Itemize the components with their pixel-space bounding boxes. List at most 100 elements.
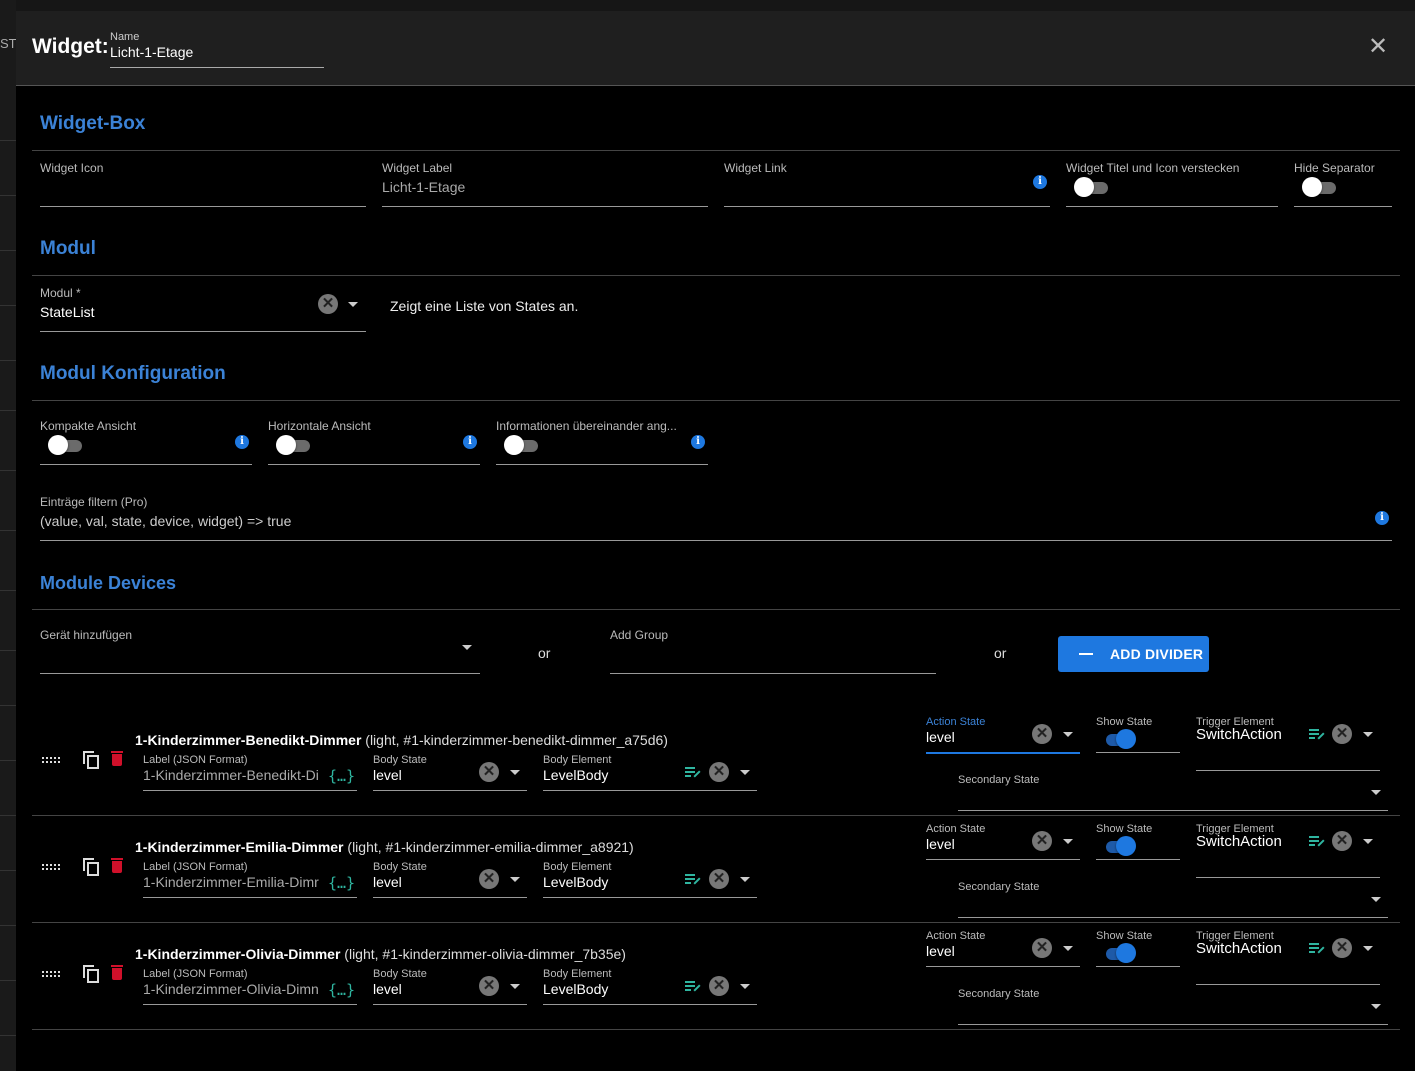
body-state-select[interactable]: Body State level ✕ — [373, 754, 527, 791]
delete-icon[interactable] — [111, 751, 123, 767]
trigger-element-select[interactable]: Trigger Element SwitchAction ✕ — [1196, 930, 1380, 985]
info-icon[interactable]: i — [235, 435, 249, 449]
copy-icon[interactable] — [83, 751, 99, 769]
copy-icon[interactable] — [83, 965, 99, 983]
info-icon[interactable]: i — [691, 435, 705, 449]
chevron-down-icon[interactable] — [1363, 839, 1373, 844]
secondary-state-select[interactable]: Secondary State — [958, 988, 1388, 1025]
edit-list-icon[interactable] — [1309, 943, 1325, 955]
clear-icon[interactable]: ✕ — [318, 294, 338, 314]
clear-icon[interactable]: ✕ — [1332, 938, 1352, 958]
drag-handle-icon[interactable] — [42, 864, 62, 870]
device-label-input[interactable]: 1-Kinderzimmer-Emilia-Dimr — [143, 874, 319, 890]
chevron-down-icon[interactable] — [740, 877, 750, 882]
widget-name-field[interactable]: Name Licht-1-Etage — [110, 31, 324, 68]
clear-icon[interactable]: ✕ — [1332, 831, 1352, 851]
widget-name-input[interactable]: Licht-1-Etage — [110, 44, 324, 60]
hide-separator-toggle[interactable] — [1302, 176, 1338, 198]
widget-link-field[interactable]: Widget Link i — [724, 161, 1050, 207]
delete-icon[interactable] — [111, 858, 123, 874]
chevron-down-icon[interactable] — [510, 877, 520, 882]
trigger-element-value[interactable]: SwitchAction — [1196, 940, 1282, 957]
trigger-element-select[interactable]: Trigger Element SwitchAction ✕ — [1196, 716, 1380, 771]
modul-select[interactable]: Modul * StateList ✕ — [40, 286, 366, 332]
action-state-select[interactable]: Action State level ✕ — [926, 823, 1080, 860]
hide-title-icon-toggle[interactable] — [1074, 176, 1110, 198]
add-divider-button[interactable]: ADD DIVIDER — [1058, 636, 1209, 672]
clear-icon[interactable]: ✕ — [709, 976, 729, 996]
widget-label-input[interactable]: Licht-1-Etage — [382, 179, 465, 195]
widget-icon-field[interactable]: Widget Icon — [40, 161, 366, 207]
clear-icon[interactable]: ✕ — [1032, 831, 1052, 851]
edit-list-icon[interactable] — [1309, 836, 1325, 848]
trigger-element-select[interactable]: Trigger Element SwitchAction ✕ — [1196, 823, 1380, 878]
show-state-toggle[interactable] — [1100, 835, 1136, 857]
chevron-down-icon[interactable] — [740, 984, 750, 989]
clear-icon[interactable]: ✕ — [709, 869, 729, 889]
chevron-down-icon[interactable] — [510, 770, 520, 775]
body-state-value[interactable]: level — [373, 981, 402, 997]
show-state-toggle[interactable] — [1100, 728, 1136, 750]
info-icon[interactable]: i — [463, 435, 477, 449]
drag-handle-icon[interactable] — [42, 971, 62, 977]
info-icon[interactable]: i — [1375, 511, 1389, 525]
action-state-select[interactable]: Action State level ✕ — [926, 716, 1080, 754]
informationen-toggle[interactable] — [504, 434, 540, 456]
chevron-down-icon[interactable] — [1371, 1004, 1381, 1009]
widget-label-field[interactable]: Widget Label Licht-1-Etage — [382, 161, 708, 207]
add-group-field[interactable]: Add Group — [610, 628, 936, 674]
body-state-select[interactable]: Body State level ✕ — [373, 861, 527, 898]
filter-field[interactable]: Einträge filtern (Pro) (value, val, stat… — [40, 495, 1392, 541]
trigger-element-value[interactable]: SwitchAction — [1196, 726, 1282, 743]
chevron-down-icon[interactable] — [1063, 839, 1073, 844]
device-label-field[interactable]: Label (JSON Format) 1-Kinderzimmer-Olivi… — [143, 968, 357, 1005]
clear-icon[interactable]: ✕ — [1032, 938, 1052, 958]
action-state-value[interactable]: level — [926, 943, 955, 959]
info-icon[interactable]: i — [1033, 175, 1047, 189]
chevron-down-icon[interactable] — [348, 302, 358, 307]
clear-icon[interactable]: ✕ — [709, 762, 729, 782]
chevron-down-icon[interactable] — [1371, 897, 1381, 902]
kompakte-ansicht-toggle[interactable] — [48, 434, 84, 456]
add-device-select[interactable]: Gerät hinzufügen — [40, 628, 480, 674]
action-state-value[interactable]: level — [926, 729, 955, 745]
clear-icon[interactable]: ✕ — [1332, 724, 1352, 744]
action-state-value[interactable]: level — [926, 836, 955, 852]
filter-input[interactable]: (value, val, state, device, widget) => t… — [40, 513, 291, 529]
body-element-select[interactable]: Body Element LevelBody ✕ — [543, 754, 757, 791]
device-label-field[interactable]: Label (JSON Format) 1-Kinderzimmer-Bened… — [143, 754, 357, 791]
horizontale-ansicht-toggle[interactable] — [276, 434, 312, 456]
modul-select-value[interactable]: StateList — [40, 304, 94, 320]
json-braces-icon[interactable]: {…} — [328, 981, 355, 999]
chevron-down-icon[interactable] — [1371, 790, 1381, 795]
chevron-down-icon[interactable] — [1363, 946, 1373, 951]
body-state-value[interactable]: level — [373, 874, 402, 890]
clear-icon[interactable]: ✕ — [479, 869, 499, 889]
chevron-down-icon[interactable] — [740, 770, 750, 775]
copy-icon[interactable] — [83, 858, 99, 876]
edit-list-icon[interactable] — [685, 874, 701, 886]
clear-icon[interactable]: ✕ — [479, 976, 499, 996]
clear-icon[interactable]: ✕ — [1032, 724, 1052, 744]
body-state-value[interactable]: level — [373, 767, 402, 783]
body-state-select[interactable]: Body State level ✕ — [373, 968, 527, 1005]
device-label-input[interactable]: 1-Kinderzimmer-Benedikt-Di — [143, 767, 319, 783]
device-label-input[interactable]: 1-Kinderzimmer-Olivia-Dimn — [143, 981, 319, 997]
chevron-down-icon[interactable] — [510, 984, 520, 989]
body-element-value[interactable]: LevelBody — [543, 767, 608, 783]
secondary-state-select[interactable]: Secondary State — [958, 881, 1388, 918]
delete-icon[interactable] — [111, 965, 123, 981]
body-element-value[interactable]: LevelBody — [543, 981, 608, 997]
edit-list-icon[interactable] — [685, 767, 701, 779]
device-label-field[interactable]: Label (JSON Format) 1-Kinderzimmer-Emili… — [143, 861, 357, 898]
chevron-down-icon[interactable] — [1063, 732, 1073, 737]
secondary-state-select[interactable]: Secondary State — [958, 774, 1388, 811]
drag-handle-icon[interactable] — [42, 757, 62, 763]
body-element-select[interactable]: Body Element LevelBody ✕ — [543, 861, 757, 898]
body-element-value[interactable]: LevelBody — [543, 874, 608, 890]
json-braces-icon[interactable]: {…} — [328, 874, 355, 892]
close-icon[interactable]: ✕ — [1368, 35, 1388, 59]
chevron-down-icon[interactable] — [1363, 732, 1373, 737]
chevron-down-icon[interactable] — [462, 645, 472, 650]
show-state-toggle[interactable] — [1100, 942, 1136, 964]
